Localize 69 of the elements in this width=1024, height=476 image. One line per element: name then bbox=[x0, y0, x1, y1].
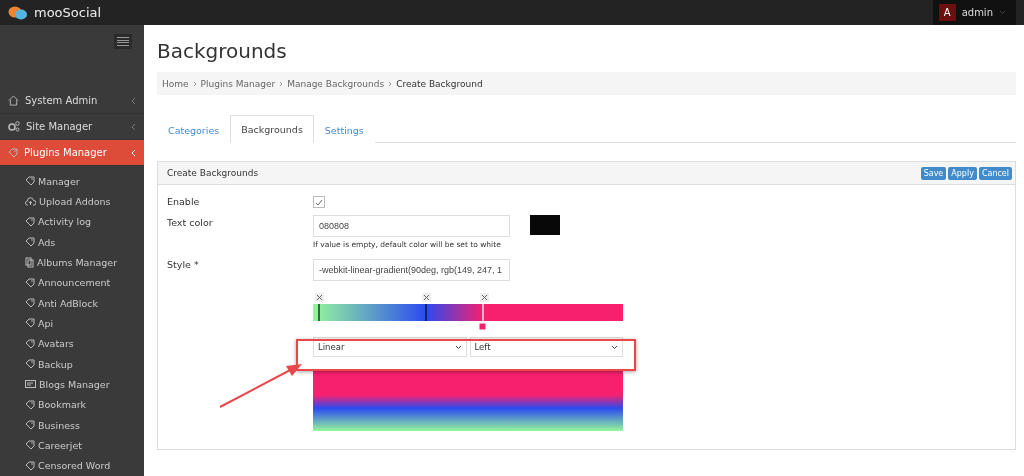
field-label: Style * bbox=[167, 259, 200, 272]
tag-icon bbox=[8, 147, 18, 158]
caret-icon bbox=[454, 344, 462, 350]
page-title: Backgrounds bbox=[157, 39, 288, 63]
sidebar-item[interactable]: Manager bbox=[0, 170, 144, 192]
action-button[interactable]: Cancel bbox=[978, 166, 1012, 180]
cloud-icon bbox=[25, 196, 36, 206]
tag-icon bbox=[25, 237, 35, 248]
sidebar-item[interactable]: Backup bbox=[0, 353, 144, 375]
sidebar-item[interactable]: Ads bbox=[0, 231, 144, 253]
breadcrumb-link[interactable]: Manage Backgrounds bbox=[287, 78, 385, 89]
color-swatch[interactable] bbox=[530, 215, 560, 235]
tag-icon bbox=[25, 338, 35, 349]
tag-icon bbox=[25, 460, 35, 471]
sidebar-item[interactable]: Avatars bbox=[0, 333, 144, 354]
tag-icon bbox=[25, 420, 35, 431]
gradient-direction-select[interactable]: Left bbox=[469, 337, 623, 357]
breadcrumb-link[interactable]: Plugins Manager bbox=[200, 78, 276, 89]
albums-icon bbox=[25, 256, 34, 268]
chevron-icon bbox=[192, 80, 197, 87]
chevron-icon bbox=[131, 97, 136, 105]
breadcrumb-link[interactable]: Home bbox=[162, 78, 189, 89]
gradient-type-select[interactable]: Linear bbox=[313, 337, 467, 357]
sidebar-item[interactable]: Careerjet bbox=[0, 435, 144, 456]
sidebar-item[interactable]: Activity log bbox=[0, 211, 144, 232]
caret-icon bbox=[999, 10, 1006, 15]
user-name: admin bbox=[961, 7, 993, 18]
action-button[interactable]: Save bbox=[920, 166, 947, 180]
tab[interactable]: Backgrounds bbox=[230, 115, 314, 143]
sidebar-item[interactable]: Announcement bbox=[0, 272, 144, 293]
sidebar-item[interactable]: Anti AdBlock bbox=[0, 292, 144, 314]
tag-icon bbox=[25, 277, 35, 288]
sidebar-item[interactable]: Censored Word bbox=[0, 455, 144, 476]
text-color-field[interactable]: 080808 bbox=[313, 215, 510, 237]
tag-icon bbox=[25, 176, 35, 187]
sidebar-item[interactable]: Upload Addons bbox=[0, 191, 144, 212]
tag-icon bbox=[25, 440, 35, 451]
field-label: Enable bbox=[167, 195, 201, 209]
chevron-icon bbox=[131, 148, 136, 157]
checkmark-icon bbox=[315, 198, 323, 206]
tag-icon bbox=[25, 216, 35, 227]
brand-name: mooSocial bbox=[34, 5, 102, 20]
screen-icon bbox=[25, 379, 36, 389]
sidebar-item[interactable]: Albums Manager bbox=[0, 252, 144, 273]
sidebar-item[interactable]: Business bbox=[0, 414, 144, 436]
tag-icon bbox=[25, 359, 35, 370]
style-field[interactable]: -webkit-linear-gradient(90deg, rgb(149, 247, 1 bbox=[313, 259, 510, 281]
enable-checkbox[interactable] bbox=[313, 196, 325, 208]
action-button[interactable]: Apply bbox=[948, 166, 977, 180]
field-label: Text color bbox=[167, 216, 214, 230]
sidebar-item[interactable]: Bookmark bbox=[0, 394, 144, 415]
menu-toggle-button[interactable] bbox=[114, 34, 132, 49]
caret-icon bbox=[611, 344, 618, 350]
tag-icon bbox=[25, 298, 35, 309]
chevron-icon bbox=[388, 80, 393, 87]
chat-bubbles-logo bbox=[8, 5, 28, 20]
home-icon bbox=[8, 95, 19, 107]
tag-icon bbox=[25, 399, 35, 410]
chevron-icon bbox=[131, 122, 136, 131]
chevron-icon bbox=[279, 80, 284, 87]
gradient-slider-drawing[interactable] bbox=[313, 293, 623, 331]
sidebar-item[interactable]: Blogs Manager bbox=[0, 374, 144, 395]
panel-title: Create Backgrounds bbox=[167, 168, 259, 178]
tag-icon bbox=[25, 318, 35, 329]
sidebar-item[interactable]: Api bbox=[0, 313, 144, 334]
user-menu[interactable]: A admin bbox=[932, 0, 1016, 25]
user-avatar: A bbox=[938, 4, 956, 21]
gears-icon bbox=[8, 121, 20, 133]
sidebar-section[interactable]: Plugins Manager bbox=[0, 140, 144, 166]
